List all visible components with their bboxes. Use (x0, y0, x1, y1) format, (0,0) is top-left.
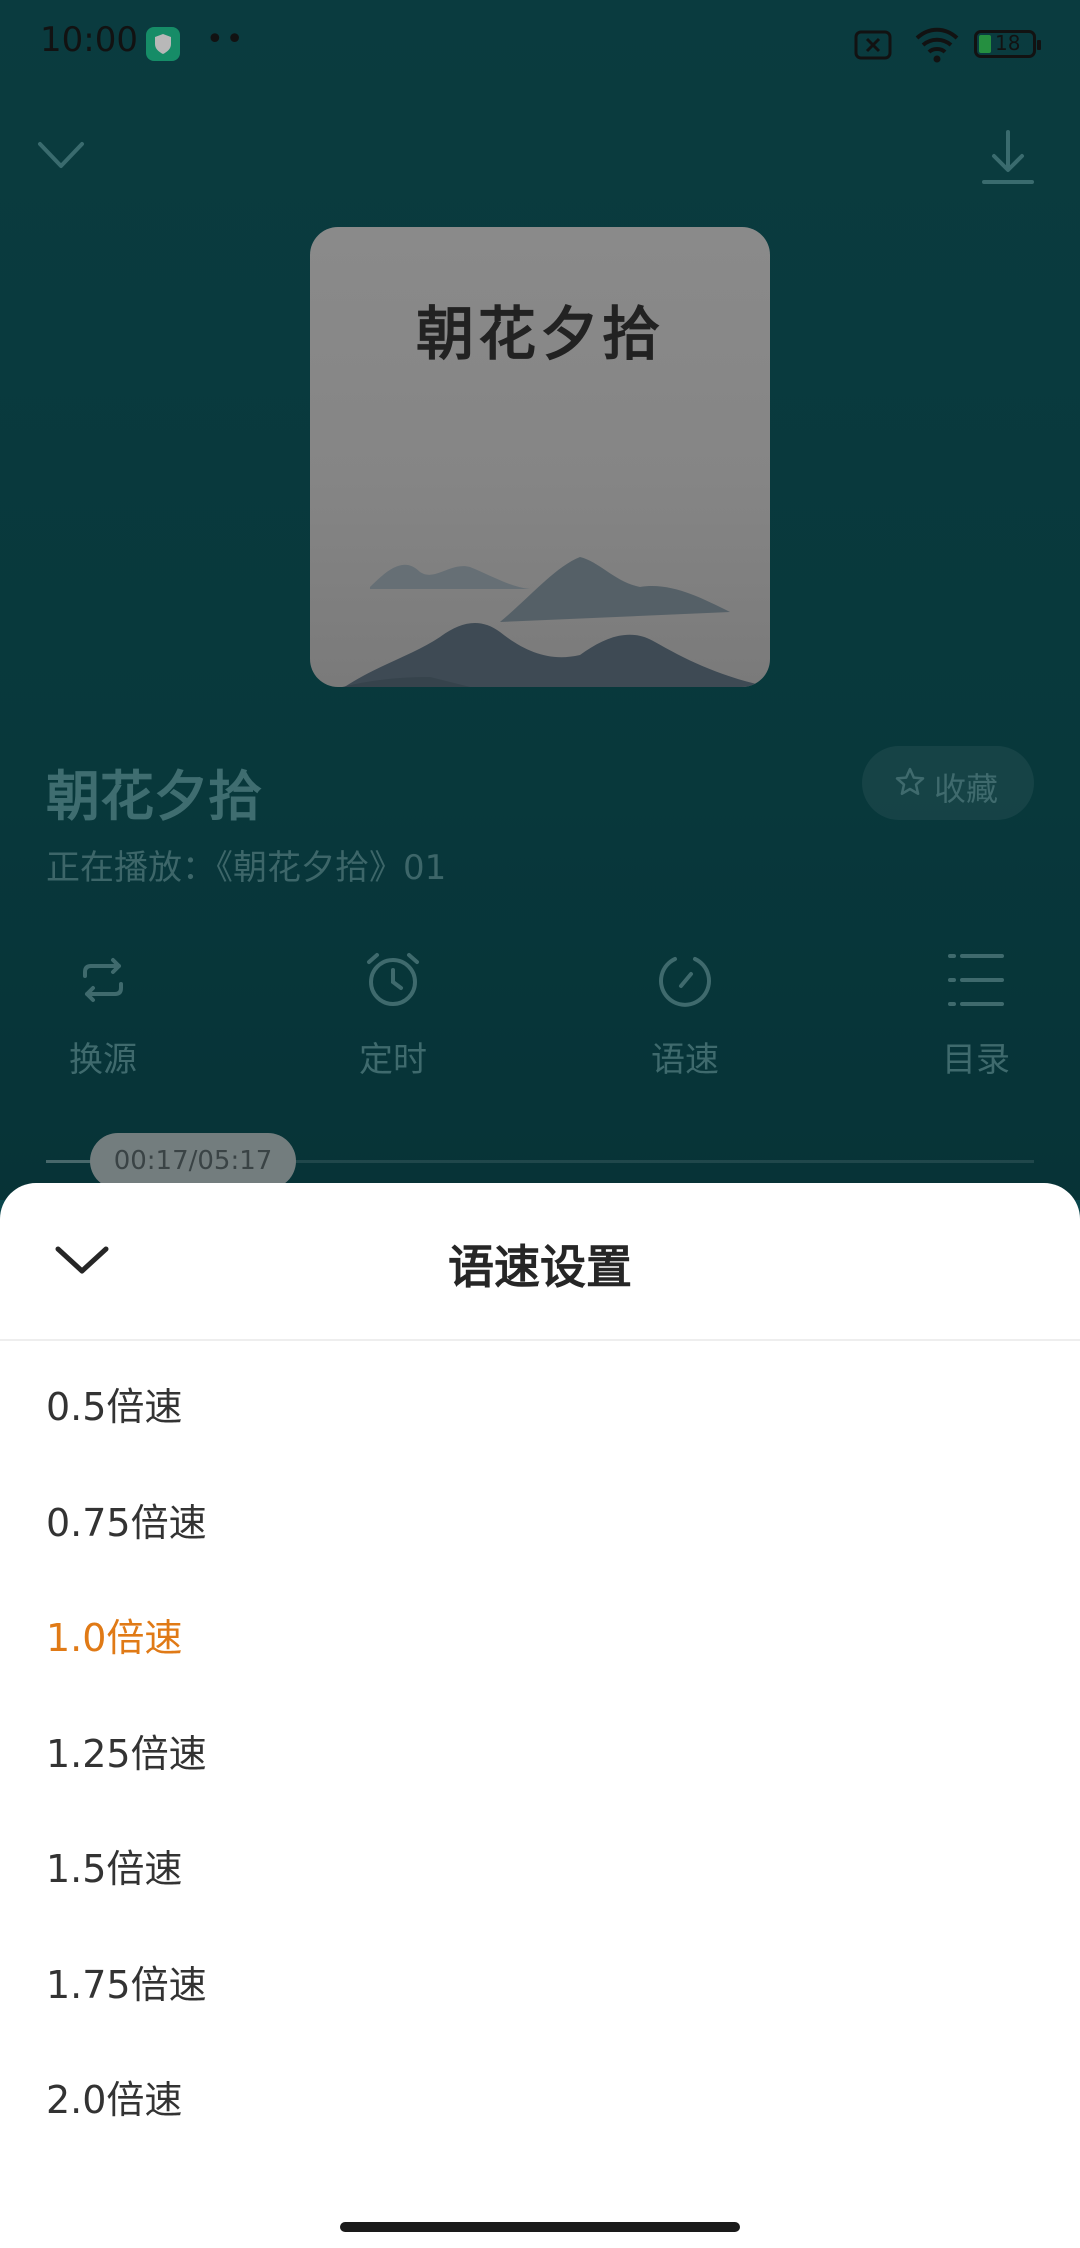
favorite-label: 收藏 (934, 770, 999, 808)
now-playing-text: 正在播放：《朝花夕拾》01 (46, 848, 447, 888)
control-label: 语速 (651, 1040, 719, 1080)
switch-source-button[interactable]: 换源 (33, 950, 173, 1080)
speed-option-label: 2.0倍速 (46, 2078, 183, 2122)
star-icon (895, 767, 925, 796)
speed-option-label: 1.75倍速 (46, 1962, 207, 2007)
speed-option-label: 0.75倍速 (46, 1500, 207, 1545)
speed-option-label: 1.0倍速 (46, 1616, 183, 1660)
speed-option[interactable]: 0.75倍速 (0, 1456, 1080, 1572)
control-label: 定时 (359, 1040, 427, 1080)
speed-button[interactable]: 语速 (615, 950, 755, 1080)
download-button[interactable] (980, 128, 1036, 188)
book-title: 朝花夕拾 (46, 765, 262, 828)
list-icon (948, 954, 1004, 1006)
speed-option[interactable]: 2.0倍速 (0, 2033, 1080, 2149)
collapse-player-button[interactable] (36, 136, 86, 176)
speed-option[interactable]: 1.75倍速 (0, 1918, 1080, 2034)
sheet-title: 语速设置 (448, 1240, 632, 1294)
control-label: 目录 (942, 1040, 1010, 1080)
speed-option-list: 0.5倍速 0.75倍速 1.0倍速 1.25倍速 1.5倍速 1.75倍速 2… (0, 1340, 1080, 2149)
speed-settings-sheet: 语速设置 0.5倍速 0.75倍速 1.0倍速 1.25倍速 1.5倍速 1.7… (0, 1183, 1080, 2248)
chevron-down-icon (38, 142, 84, 168)
speed-option[interactable]: 1.25倍速 (0, 1687, 1080, 1803)
book-cover: 朝花夕拾 (310, 227, 770, 687)
speed-option[interactable]: 1.0倍速 (0, 1571, 1080, 1687)
table-of-contents-button[interactable]: 目录 (906, 950, 1046, 1080)
speed-option-label: 1.25倍速 (46, 1731, 207, 1776)
repeat-icon (83, 958, 123, 1002)
cover-title: 朝花夕拾 (415, 300, 664, 368)
speed-option[interactable]: 1.5倍速 (0, 1802, 1080, 1918)
speed-dial-icon (659, 957, 711, 1007)
progress-time-handle[interactable]: 00:17/05:17 (90, 1133, 296, 1189)
mountain-illustration (342, 557, 770, 687)
speed-option-label: 1.5倍速 (46, 1847, 183, 1891)
download-icon (982, 130, 1034, 184)
speed-option-label: 0.5倍速 (46, 1385, 183, 1429)
control-label: 换源 (69, 1040, 137, 1080)
speed-option[interactable]: 0.5倍速 (0, 1340, 1080, 1456)
home-indicator[interactable] (340, 2222, 740, 2232)
sheet-header: 语速设置 (0, 1183, 1080, 1341)
favorite-button[interactable]: 收藏 (862, 746, 1034, 820)
timer-button[interactable]: 定时 (323, 950, 463, 1080)
alarm-clock-icon (367, 953, 419, 1006)
